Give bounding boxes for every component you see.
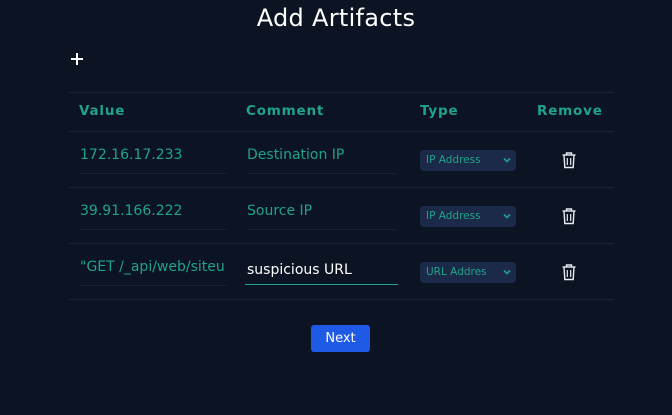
artifact-value-field[interactable]: 172.16.17.233 <box>80 147 226 174</box>
page-title: Add Artifacts <box>256 4 416 32</box>
table-row: "GET /_api/web/siteu URL Addres <box>69 244 614 300</box>
trash-icon[interactable] <box>561 263 577 281</box>
chevron-down-icon <box>503 213 511 219</box>
artifact-comment-field[interactable]: Source IP <box>247 203 397 230</box>
header-value: Value <box>79 103 126 119</box>
artifact-comment-field[interactable]: Destination IP <box>247 147 397 174</box>
type-select-value: URL Addres <box>426 266 487 278</box>
table-row: 39.91.166.222 Source IP IP Address <box>69 188 614 244</box>
artifact-value-field[interactable]: 39.91.166.222 <box>80 203 226 230</box>
type-select-value: IP Address <box>426 210 481 222</box>
table-header: Value Comment Type Remove <box>69 92 614 132</box>
trash-icon[interactable] <box>561 151 577 169</box>
table-row: 172.16.17.233 Destination IP IP Address <box>69 132 614 188</box>
artifact-comment-input[interactable] <box>245 255 398 285</box>
type-select-value: IP Address <box>426 154 481 166</box>
chevron-down-icon <box>503 157 511 163</box>
artifact-type-select[interactable]: URL Addres <box>420 262 516 283</box>
header-comment: Comment <box>246 103 325 119</box>
next-button[interactable]: Next <box>311 325 370 352</box>
artifact-type-select[interactable]: IP Address <box>420 150 516 171</box>
artifact-type-select[interactable]: IP Address <box>420 206 516 227</box>
chevron-down-icon <box>503 269 511 275</box>
trash-icon[interactable] <box>561 207 577 225</box>
add-artifact-button[interactable] <box>69 51 85 67</box>
artifact-value-field[interactable]: "GET /_api/web/siteu <box>80 259 226 286</box>
header-type: Type <box>420 103 459 119</box>
header-remove: Remove <box>537 103 603 119</box>
artifacts-table: Value Comment Type Remove 172.16.17.233 … <box>69 92 614 300</box>
